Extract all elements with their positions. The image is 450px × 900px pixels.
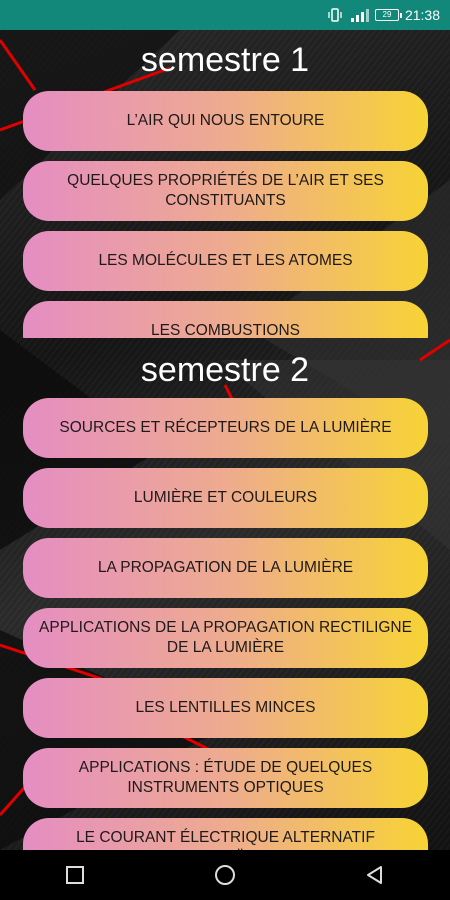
chapter-button[interactable]: SOURCES ET RÉCEPTEURS DE LA LUMIÈRE bbox=[23, 398, 428, 458]
chapter-button[interactable]: LA PROPAGATION DE LA LUMIÈRE bbox=[23, 538, 428, 598]
home-circle-icon bbox=[215, 865, 235, 885]
status-bar: 29 21:38 bbox=[0, 0, 450, 30]
navigation-bar bbox=[0, 850, 450, 900]
semester-1-section[interactable]: semestre 1 L’AIR QUI NOUS ENTOURE QUELQU… bbox=[0, 30, 450, 338]
chapter-button[interactable]: LUMIÈRE ET COULEURS bbox=[23, 468, 428, 528]
recents-square-icon bbox=[66, 866, 84, 884]
battery-icon: 29 bbox=[374, 9, 402, 21]
chapter-button[interactable]: APPLICATIONS : ÉTUDE DE QUELQUES INSTRUM… bbox=[23, 748, 428, 808]
home-button[interactable] bbox=[200, 855, 250, 895]
back-button[interactable] bbox=[350, 855, 400, 895]
chapter-button[interactable]: L’AIR QUI NOUS ENTOURE bbox=[23, 91, 428, 151]
semester-1-title: semestre 1 bbox=[140, 41, 310, 79]
semester-2-section[interactable]: semestre 2 SOURCES ET RÉCEPTEURS DE LA L… bbox=[0, 340, 450, 850]
chapter-button[interactable]: APPLICATIONS DE LA PROPAGATION RECTILIGN… bbox=[23, 608, 428, 668]
chapter-button[interactable]: QUELQUES PROPRIÉTÉS DE L’AIR ET SES CONS… bbox=[23, 161, 428, 221]
chapter-button[interactable]: LE COURANT ÉLECTRIQUE ALTERNATIF SINUSOÏ… bbox=[23, 818, 428, 850]
chapter-button[interactable]: LES MOLÉCULES ET LES ATOMES bbox=[23, 231, 428, 291]
semester-2-title: semestre 2 bbox=[140, 351, 310, 389]
vibrate-icon bbox=[327, 7, 343, 23]
signal-icon bbox=[349, 7, 369, 23]
main-content[interactable]: semestre 1 L’AIR QUI NOUS ENTOURE QUELQU… bbox=[0, 30, 450, 850]
recents-button[interactable] bbox=[50, 855, 100, 895]
back-triangle-icon bbox=[367, 866, 382, 884]
chapter-button[interactable]: LES LENTILLES MINCES bbox=[23, 678, 428, 738]
chapter-button[interactable]: LES COMBUSTIONS bbox=[23, 301, 428, 338]
clock: 21:38 bbox=[404, 7, 440, 23]
